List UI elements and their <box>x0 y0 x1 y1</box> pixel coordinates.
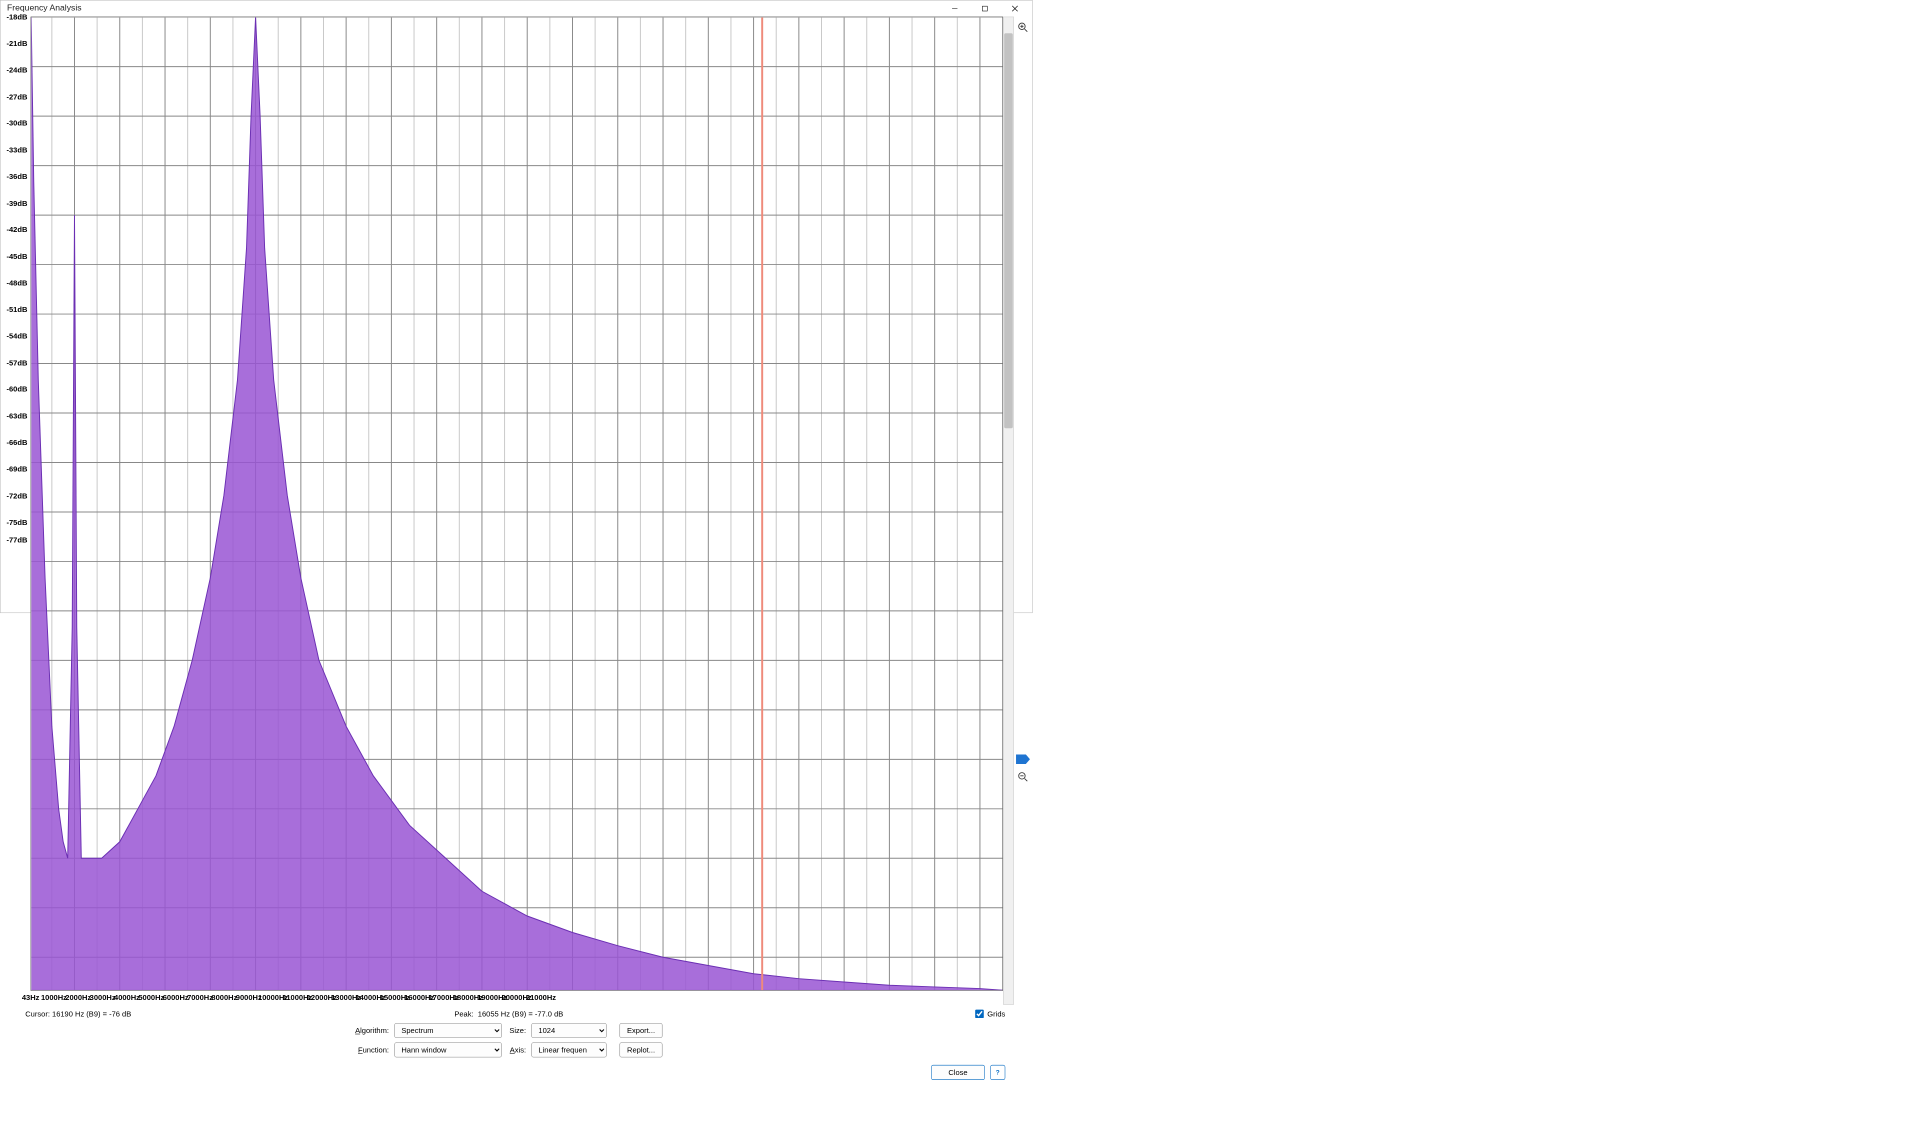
right-toolstrip <box>1014 17 1032 1086</box>
y-tick: -36dB <box>6 172 27 181</box>
x-axis: 43Hz1000Hz2000Hz3000Hz4000Hz5000Hz6000Hz… <box>31 991 1003 1005</box>
size-select[interactable]: 1024 <box>531 1023 606 1038</box>
cursor-value: 16190 Hz (B9) = -76 dB <box>52 1010 131 1019</box>
footer: Close ? <box>4 1060 1014 1086</box>
y-tick: -72dB <box>6 491 27 500</box>
y-tick: -57dB <box>6 358 27 367</box>
algorithm-select[interactable]: Spectrum <box>394 1023 501 1038</box>
y-tick: -69dB <box>6 465 27 474</box>
info-row: Cursor: 16190 Hz (B9) = -76 dB Peak: 160… <box>4 1005 1014 1021</box>
drag-handle-icon[interactable] <box>1016 754 1030 764</box>
export-button[interactable]: Export... <box>620 1023 663 1038</box>
function-label: Function: <box>355 1046 389 1055</box>
grids-checkbox-label[interactable]: Grids <box>973 1008 1005 1020</box>
grids-label: Grids <box>987 1010 1005 1019</box>
zoom-out-icon[interactable] <box>1015 769 1030 784</box>
x-tick: 3000Hz <box>90 993 116 1002</box>
spectrum-plot-area: -18dB-21dB-24dB-27dB-30dB-33dB-36dB-39dB… <box>4 17 1014 1005</box>
y-tick: -42dB <box>6 225 27 234</box>
grids-checkbox[interactable] <box>975 1010 984 1019</box>
close-button[interactable]: Close <box>931 1065 985 1080</box>
replot-button[interactable]: Replot... <box>620 1042 663 1057</box>
window-buttons <box>940 0 1030 16</box>
axis-select[interactable]: Linear frequency <box>531 1042 606 1057</box>
help-button[interactable]: ? <box>990 1065 1005 1080</box>
y-tick: -54dB <box>6 332 27 341</box>
minimize-button[interactable] <box>940 0 970 16</box>
axis-label: Axis: <box>509 1046 526 1055</box>
titlebar: Frequency Analysis <box>1 1 1033 17</box>
y-tick: -24dB <box>6 66 27 75</box>
y-tick: -18dB <box>6 12 27 21</box>
x-tick: 2000Hz <box>65 993 91 1002</box>
x-tick: 1000Hz <box>41 993 67 1002</box>
y-axis: -18dB-21dB-24dB-27dB-30dB-33dB-36dB-39dB… <box>4 17 31 1005</box>
y-tick: -60dB <box>6 385 27 394</box>
maximize-button[interactable] <box>970 0 1000 16</box>
size-label: Size: <box>509 1026 526 1035</box>
x-tick: 8000Hz <box>211 993 237 1002</box>
y-tick: -33dB <box>6 145 27 154</box>
y-tick: -48dB <box>6 278 27 287</box>
x-tick: 43Hz <box>22 993 40 1002</box>
y-tick: -51dB <box>6 305 27 314</box>
x-tick: 6000Hz <box>163 993 189 1002</box>
algorithm-label: Algorithm: <box>355 1026 389 1035</box>
y-tick: -77dB <box>6 536 27 545</box>
vertical-scrollbar[interactable] <box>1003 17 1014 1005</box>
cursor-label: Cursor: <box>25 1010 50 1019</box>
y-tick: -21dB <box>6 39 27 48</box>
y-tick: -66dB <box>6 438 27 447</box>
frequency-analysis-window: Frequency Analysis -18dB -21dB -24dB -27dB -… <box>0 0 1033 613</box>
peak-label: Peak: <box>454 1010 473 1019</box>
peak-value: 16055 Hz (B9) = -77.0 dB <box>478 1010 564 1019</box>
controls-row: Algorithm: Spectrum Function: Hann windo… <box>4 1021 1014 1060</box>
close-window-button[interactable] <box>1000 0 1030 16</box>
x-tick: 21000Hz <box>526 993 556 1002</box>
y-tick: -27dB <box>6 92 27 101</box>
y-tick: -63dB <box>6 412 27 421</box>
x-tick: 4000Hz <box>114 993 140 1002</box>
y-tick: -75dB <box>6 518 27 527</box>
y-tick: -39dB <box>6 199 27 208</box>
y-tick: -45dB <box>6 252 27 261</box>
function-select[interactable]: Hann window <box>394 1042 501 1057</box>
scrollbar-thumb[interactable] <box>1004 33 1013 428</box>
peak-readout: Peak: 16055 Hz (B9) = -77.0 dB <box>454 1010 563 1019</box>
x-tick: 7000Hz <box>187 993 213 1002</box>
x-tick: 5000Hz <box>138 993 164 1002</box>
y-tick: -30dB <box>6 119 27 128</box>
spectrum-plot[interactable] <box>31 17 1003 991</box>
zoom-in-icon[interactable] <box>1015 20 1030 35</box>
